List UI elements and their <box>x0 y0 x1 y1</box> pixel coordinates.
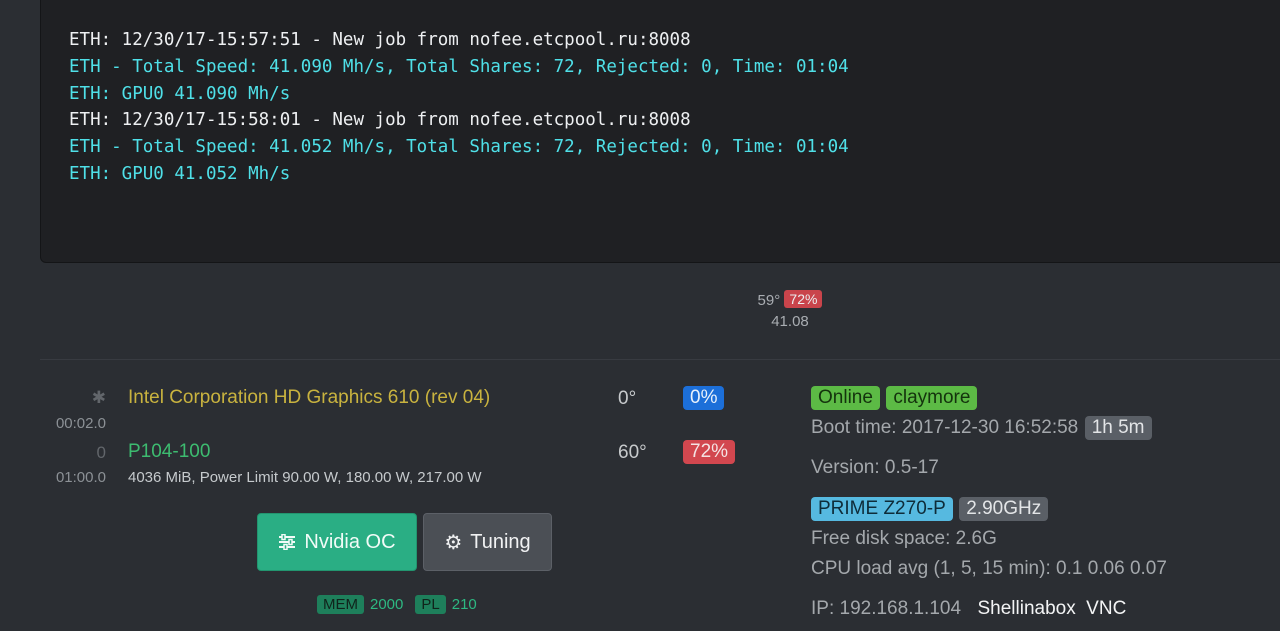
console-line: ETH: 12/30/17-15:58:01 - New job from no… <box>69 110 691 131</box>
motherboard-badge: PRIME Z270-P <box>811 497 953 521</box>
mem-label: MEM <box>317 595 364 614</box>
section-divider <box>40 359 1280 360</box>
summary-fan-badge: 72% <box>784 290 823 308</box>
asterisk-icon: ✱ <box>91 388 106 407</box>
oc-values: MEM 2000 PL 210 <box>317 595 477 614</box>
console-line: ETH: GPU0 41.090 Mh/s <box>69 83 291 104</box>
cpu-load: CPU load avg (1, 5, 15 min): 0.1 0.06 0.… <box>811 558 1167 579</box>
tuning-button[interactable]: ⚙ Tuning <box>423 513 552 571</box>
miner-console: ETH: 12/30/17-15:57:51 - New job from no… <box>40 0 1280 263</box>
rig-summary: 59° 72% 41.08 <box>740 290 840 330</box>
tuning-label: Tuning <box>470 530 531 553</box>
ip-address: IP: 192.168.1.104 <box>811 598 962 619</box>
pl-value: 210 <box>451 596 477 613</box>
nvidia-oc-button[interactable]: Nvidia OC <box>257 513 417 571</box>
gpu-temp: 0° <box>618 388 637 409</box>
boot-time: Boot time: 2017-12-30 16:52:58 <box>811 417 1079 438</box>
gpu-fan-badge: 72% <box>683 440 736 464</box>
gpu-name: Intel Corporation HD Graphics 610 (rev 0… <box>128 387 491 408</box>
gpu-bus-id: 00:02.0 <box>55 415 106 432</box>
console-line: ETH - Total Speed: 41.090 Mh/s, Total Sh… <box>69 56 849 77</box>
gpu-info: 4036 MiB, Power Limit 90.00 W, 180.00 W,… <box>128 469 482 486</box>
vnc-link[interactable]: VNC <box>1086 598 1126 619</box>
gpu-fan-badge: 0% <box>683 386 725 410</box>
console-lines: ETH: 12/30/17-15:57:51 - New job from no… <box>69 27 849 188</box>
gpu-bus-id: 01:00.0 <box>55 469 106 486</box>
console-line: ETH: 12/30/17-15:57:51 - New job from no… <box>69 30 691 50</box>
free-disk: Free disk space: 2.6G <box>811 528 997 549</box>
cpu-freq-badge: 2.90GHz <box>959 497 1049 521</box>
miner-badge: claymore <box>886 386 978 410</box>
nvidia-oc-label: Nvidia OC <box>304 530 396 553</box>
summary-hashrate: 41.08 <box>771 313 809 330</box>
shellinabox-link[interactable]: Shellinabox <box>977 598 1075 619</box>
uptime-badge: 1h 5m <box>1084 416 1152 440</box>
online-badge: Online <box>811 386 880 410</box>
console-line: ETH: GPU0 41.052 Mh/s <box>69 163 291 184</box>
gear-icon: ⚙ <box>444 531 463 554</box>
gpu-name: P104-100 <box>128 441 211 462</box>
version: Version: 0.5-17 <box>811 457 939 478</box>
gpu-temp: 60° <box>618 442 647 463</box>
sliders-icon <box>279 534 296 550</box>
summary-temp: 59° <box>757 292 781 309</box>
mem-value: 2000 <box>370 596 404 613</box>
gpu-index: 0 <box>96 443 106 462</box>
pl-label: PL <box>415 595 446 614</box>
console-line: ETH - Total Speed: 41.052 Mh/s, Total Sh… <box>69 137 849 158</box>
